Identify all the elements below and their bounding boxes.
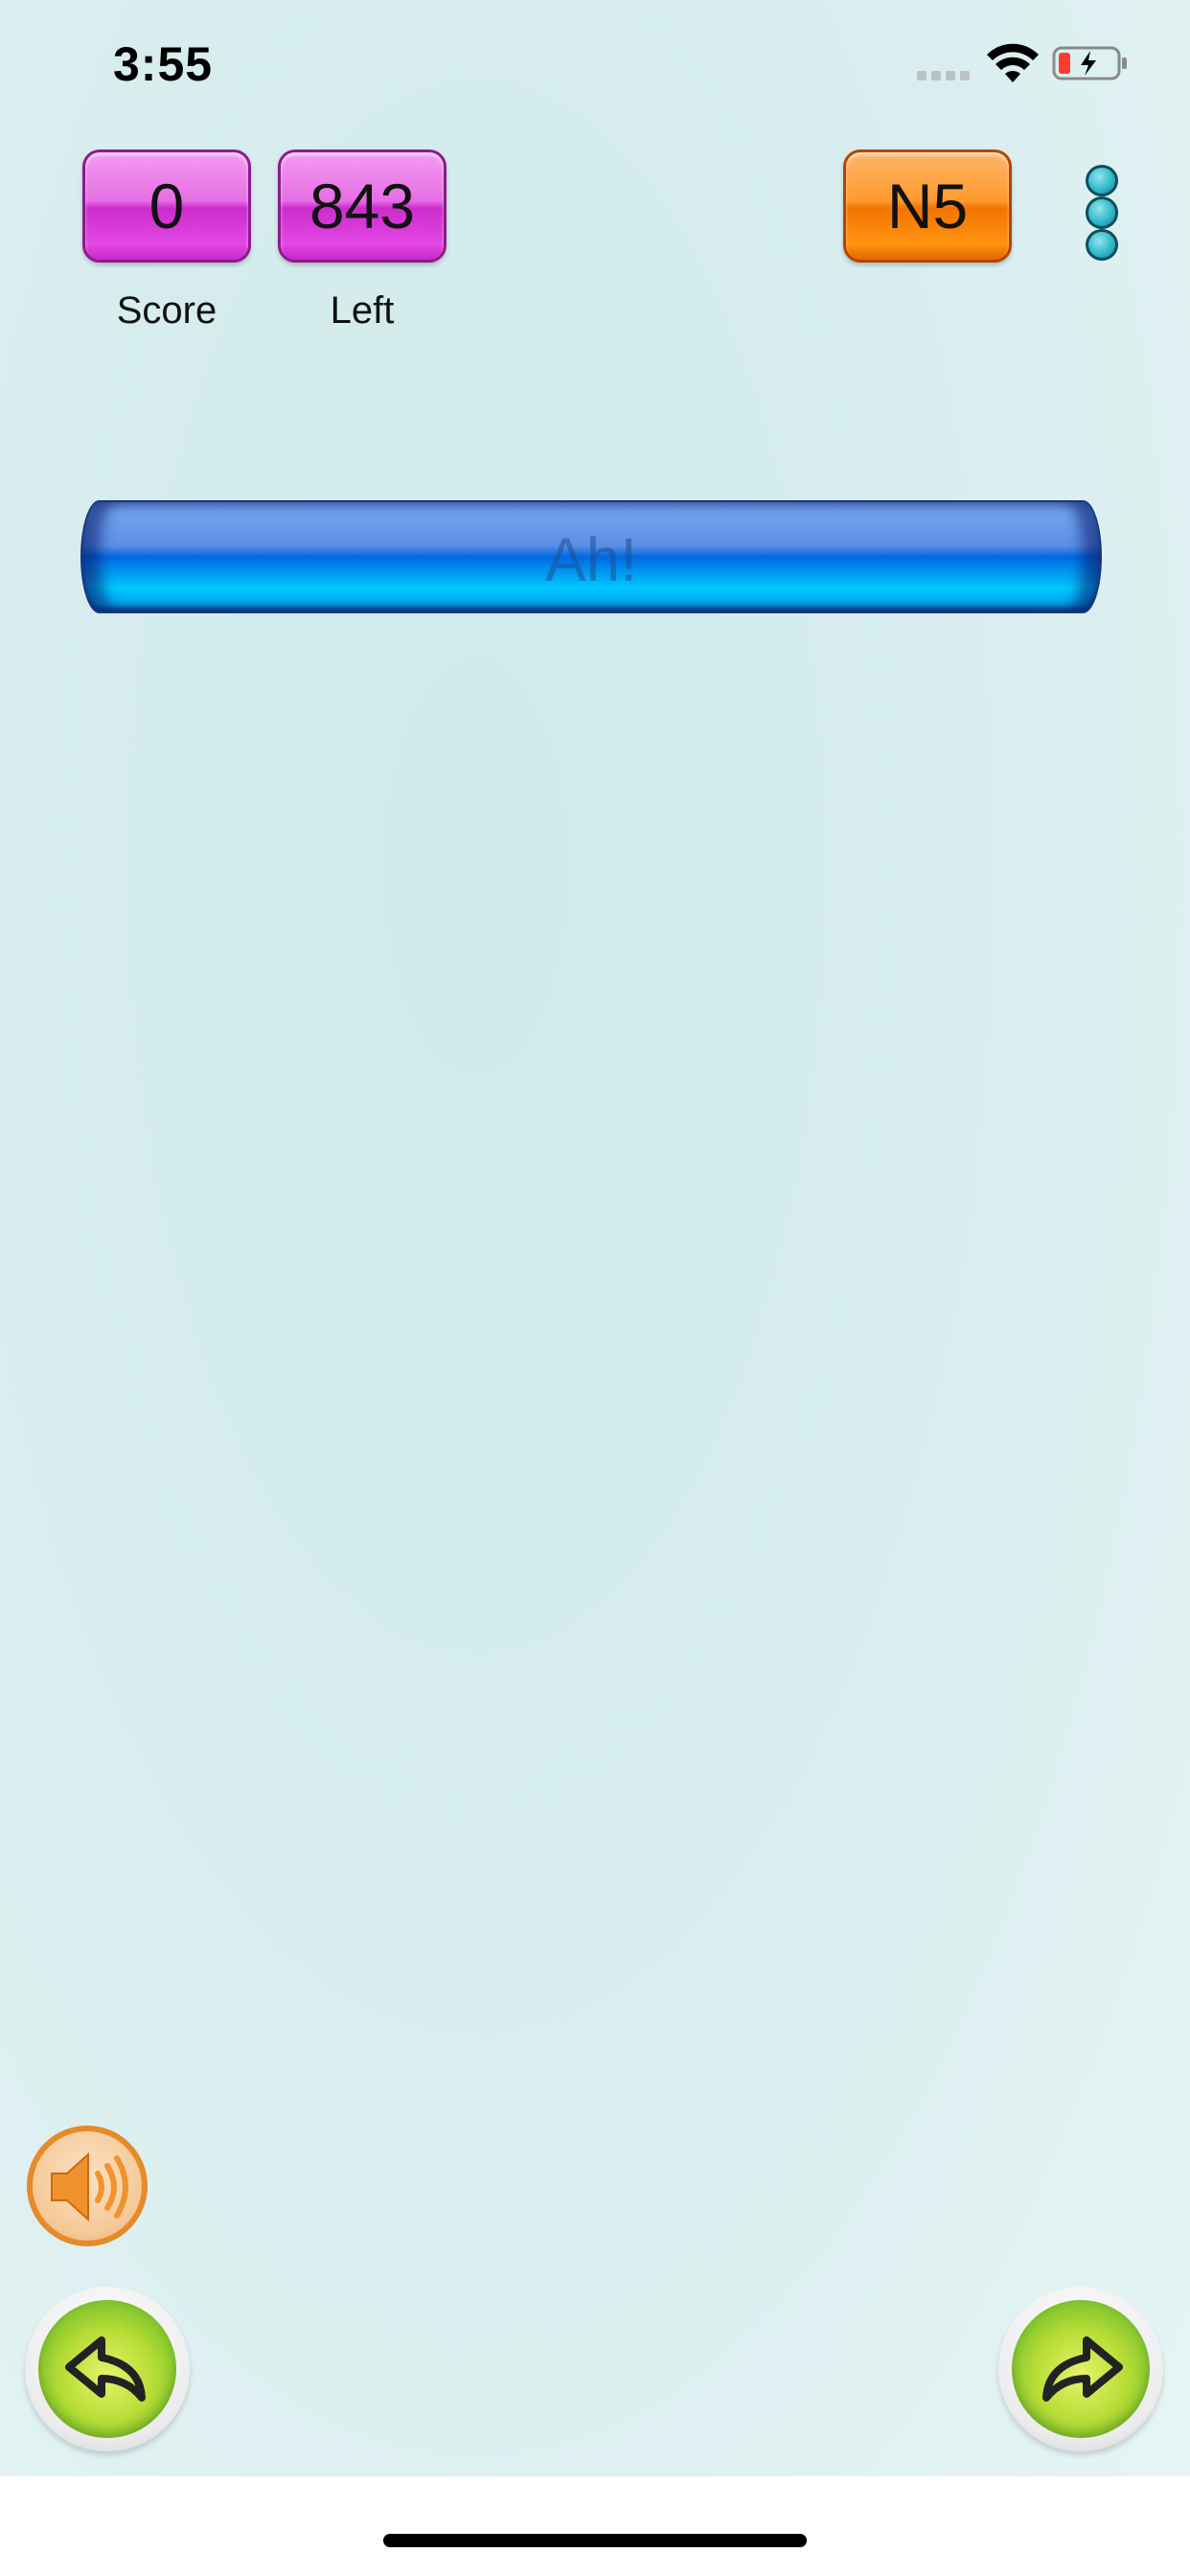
battery-charging-icon xyxy=(1052,46,1127,80)
cellular-signal-icon xyxy=(917,71,970,80)
answer-text: Ah! xyxy=(544,525,638,594)
more-vertical-icon[interactable] xyxy=(1085,165,1119,261)
back-button[interactable] xyxy=(25,2287,190,2451)
left-label: Left xyxy=(330,289,395,332)
undo-arrow-icon xyxy=(65,2336,146,2402)
wifi-icon xyxy=(987,43,1039,82)
home-indicator[interactable] xyxy=(383,2534,807,2547)
app-screen: 3:55 0 Score 843 Left N5 Ah! xyxy=(0,0,1190,2476)
level-button[interactable]: N5 xyxy=(843,150,1012,263)
speaker-icon xyxy=(51,2151,128,2222)
redo-arrow-icon xyxy=(1042,2336,1123,2402)
left-badge: 843 xyxy=(278,150,446,263)
status-time: 3:55 xyxy=(113,37,214,91)
forward-button[interactable] xyxy=(998,2287,1163,2451)
score-badge: 0 xyxy=(82,150,251,263)
answer-bar[interactable]: Ah! xyxy=(80,500,1102,613)
sound-button[interactable] xyxy=(27,2126,148,2246)
score-label: Score xyxy=(116,289,217,332)
